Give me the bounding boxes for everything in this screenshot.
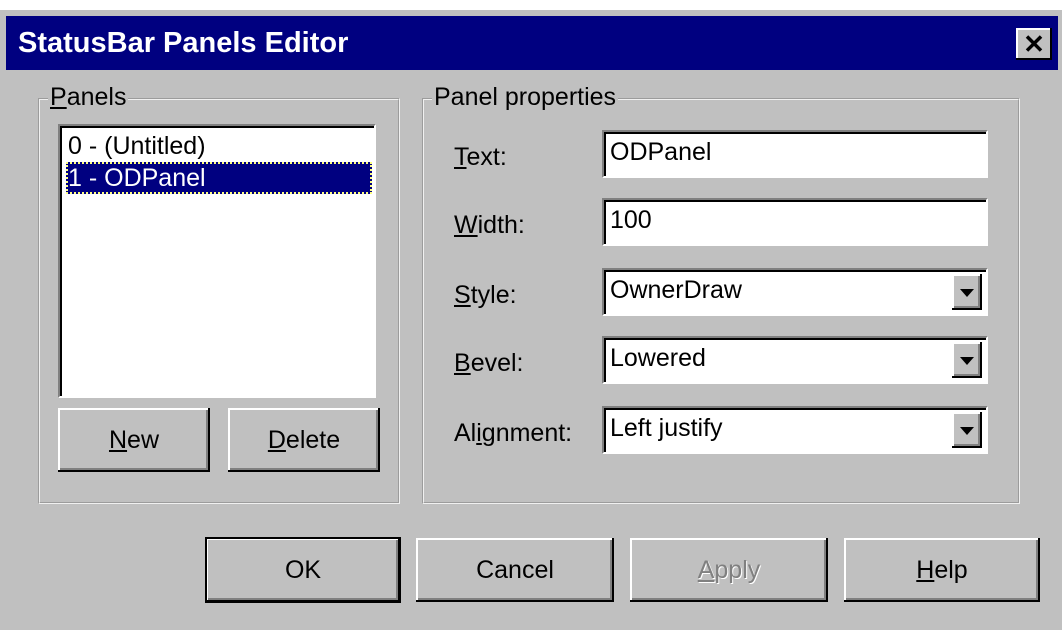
style-label: Style: [454, 281, 517, 309]
bevel-value: Lowered [610, 344, 706, 372]
bevel-combobox[interactable]: Lowered [602, 336, 988, 384]
bevel-label: Bevel: [454, 349, 524, 377]
list-item[interactable]: 0 - (Untitled) [66, 130, 372, 162]
width-field[interactable]: 100 [602, 198, 988, 246]
apply-button[interactable]: Apply [630, 538, 828, 602]
panels-listbox[interactable]: 0 - (Untitled) 1 - ODPanel [58, 124, 376, 398]
dialog-window: StatusBar Panels Editor ✕ Panels 0 - (Un… [0, 10, 1062, 630]
list-item-selected[interactable]: 1 - ODPanel [66, 162, 372, 194]
style-value: OwnerDraw [610, 276, 742, 304]
close-icon: ✕ [1023, 29, 1045, 59]
alignment-value: Left justify [610, 414, 723, 442]
text-label: Text: [454, 143, 507, 171]
cancel-button[interactable]: Cancel [416, 538, 614, 602]
new-button[interactable]: New [58, 408, 210, 472]
ok-button[interactable]: OK [205, 537, 401, 603]
text-field[interactable]: ODPanel [602, 130, 988, 178]
properties-group-title: Panel properties [432, 82, 619, 112]
delete-button[interactable]: Delete [228, 408, 380, 472]
panels-group-title: Panels [48, 82, 129, 112]
help-button[interactable]: Help [844, 538, 1040, 602]
chevron-down-icon[interactable] [952, 412, 982, 448]
window-title: StatusBar Panels Editor [18, 27, 349, 59]
title-bar[interactable]: StatusBar Panels Editor ✕ [6, 16, 1058, 70]
alignment-combobox[interactable]: Left justify [602, 406, 988, 454]
chevron-down-icon[interactable] [952, 342, 982, 378]
alignment-label: Alignment: [454, 419, 573, 447]
chevron-down-icon[interactable] [952, 274, 982, 310]
width-label: Width: [454, 211, 525, 239]
style-combobox[interactable]: OwnerDraw [602, 268, 988, 316]
close-button[interactable]: ✕ [1016, 28, 1052, 60]
